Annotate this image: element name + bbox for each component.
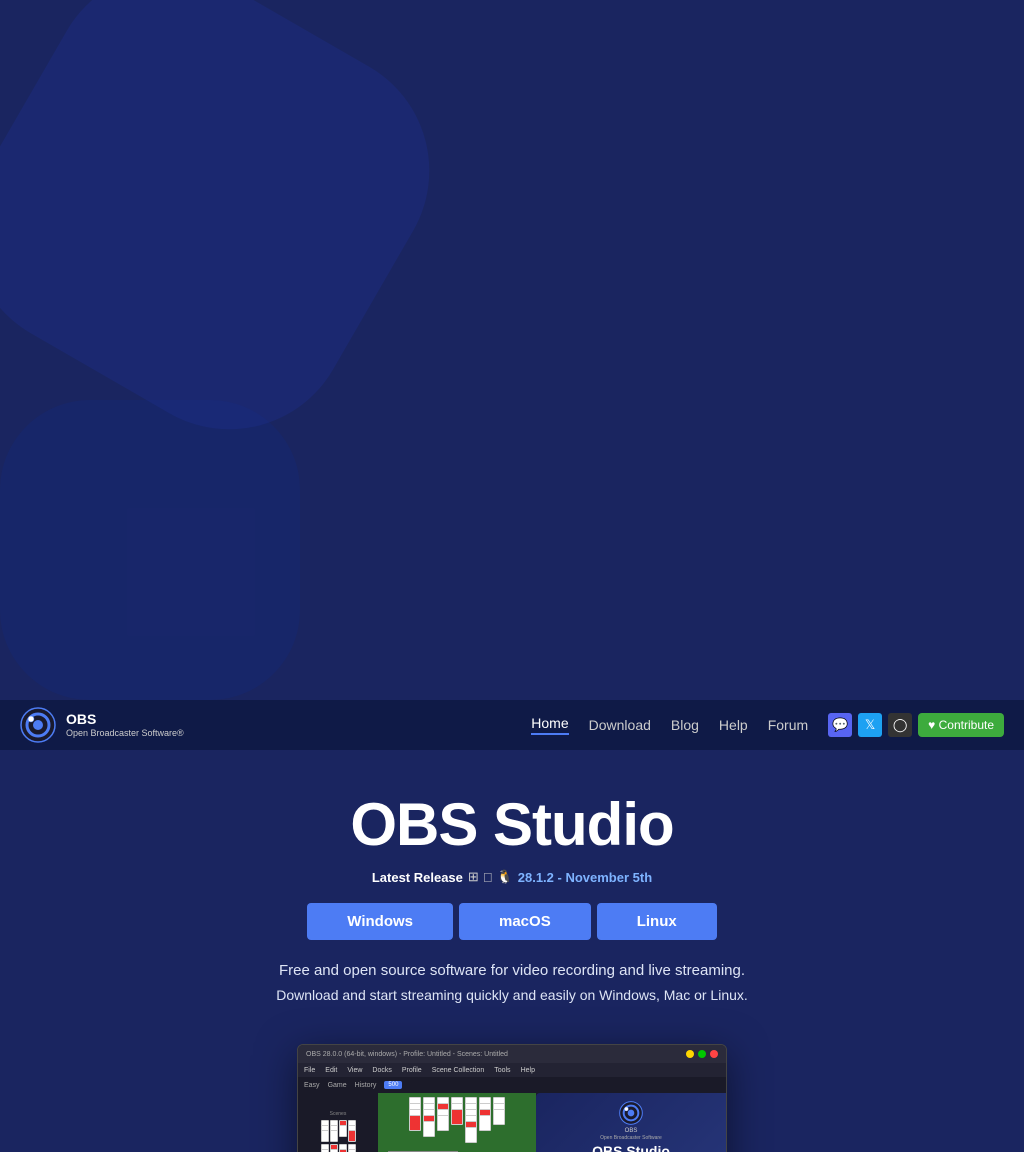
game-history-label: History [355, 1082, 377, 1089]
nav-link-help[interactable]: Help [719, 717, 748, 733]
menu-docks[interactable]: Docks [372, 1067, 391, 1074]
obs-center-logo [450, 1151, 490, 1152]
nav-link-forum[interactable]: Forum [768, 717, 808, 733]
game-area [378, 1093, 536, 1152]
obs-logo-icon [20, 707, 56, 743]
nav-social-icons: 💬 𝕏 ◯ ♥ Contribute [828, 713, 1004, 737]
obs-overlay-logo-icon [619, 1101, 643, 1125]
obs-overlay-title: OBS Studio [592, 1143, 670, 1152]
macos-download-button[interactable]: macOS [459, 903, 591, 940]
obs-overlay-brand: OBS [625, 1128, 638, 1134]
app-menubar: File Edit View Docks Profile Scene Colle… [298, 1063, 726, 1077]
app-screenshot-container: OBS 28.0.0 (64-bit, windows) - Profile: … [0, 1044, 1024, 1152]
minimize-button[interactable] [686, 1050, 694, 1058]
menu-help[interactable]: Help [521, 1067, 535, 1074]
discord-icon[interactable]: 💬 [828, 713, 852, 737]
nav-link-home[interactable]: Home [531, 715, 568, 735]
game-score-badge: 500 [384, 1081, 402, 1089]
tagline-1: Free and open source software for video … [20, 962, 1004, 979]
hero-title: OBS Studio [20, 790, 1004, 859]
nav-right: Home Download Blog Help Forum 💬 𝕏 ◯ ♥ Co… [531, 713, 1004, 737]
twitter-icon[interactable]: 𝕏 [858, 713, 882, 737]
github-icon[interactable]: ◯ [888, 713, 912, 737]
tagline-2: Download and start streaming quickly and… [20, 987, 1004, 1003]
app-sidebar: Scenes [298, 1093, 378, 1152]
maximize-button[interactable] [698, 1050, 706, 1058]
obs-overlay-panel: OBS Open Broadcaster Software OBS Studio… [536, 1093, 726, 1152]
game-topbar: Easy Game History 500 [298, 1077, 726, 1093]
windows-download-button[interactable]: Windows [307, 903, 453, 940]
app-content: Easy Game History 500 Scenes [298, 1077, 726, 1152]
close-button[interactable] [710, 1050, 718, 1058]
app-screenshot: OBS 28.0.0 (64-bit, windows) - Profile: … [297, 1044, 727, 1152]
version-text: 28.1.2 - November 5th [518, 870, 652, 885]
brand-subtitle: Open Broadcaster Software® [66, 728, 184, 739]
latest-release-info: Latest Release ⊞  🐧 28.1.2 - November 5… [20, 869, 1004, 885]
navbar: OBS Open Broadcaster Software® Home Down… [0, 700, 1024, 750]
scenes-header: Scenes [302, 1111, 374, 1117]
nav-link-blog[interactable]: Blog [671, 717, 699, 733]
menu-profile[interactable]: Profile [402, 1067, 422, 1074]
linux-icon: 🐧 [497, 869, 513, 885]
apple-icon:  [483, 870, 493, 885]
nav-link-download[interactable]: Download [589, 717, 651, 733]
menu-edit[interactable]: Edit [325, 1067, 337, 1074]
windows-icon: ⊞ [468, 869, 479, 885]
color-bars [388, 1151, 458, 1152]
brand-text: OBS Open Broadcaster Software® [66, 711, 184, 739]
os-icons: ⊞  🐧 [468, 869, 513, 885]
contribute-button[interactable]: ♥ Contribute [918, 713, 1004, 737]
menu-file[interactable]: File [304, 1067, 315, 1074]
nav-links: Home Download Blog Help Forum [531, 715, 808, 735]
latest-release-label: Latest Release [372, 870, 463, 885]
app-titlebar: OBS 28.0.0 (64-bit, windows) - Profile: … [298, 1045, 726, 1063]
game-game-label: Game [328, 1082, 347, 1089]
hero-section: OBS Studio Latest Release ⊞  🐧 28.1.2 -… [0, 750, 1024, 1039]
obs-overlay-subtitle: Open Broadcaster Software [600, 1135, 662, 1141]
titlebar-text: OBS 28.0.0 (64-bit, windows) - Profile: … [306, 1051, 682, 1058]
menu-scene-collection[interactable]: Scene Collection [432, 1067, 485, 1074]
download-buttons: Windows macOS Linux [20, 903, 1004, 940]
linux-download-button[interactable]: Linux [597, 903, 717, 940]
card-columns [302, 1120, 374, 1142]
nav-brand: OBS Open Broadcaster Software® [20, 707, 184, 743]
brand-title: OBS [66, 711, 184, 728]
game-easy-label: Easy [304, 1082, 320, 1089]
menu-tools[interactable]: Tools [494, 1067, 510, 1074]
menu-view[interactable]: View [347, 1067, 362, 1074]
